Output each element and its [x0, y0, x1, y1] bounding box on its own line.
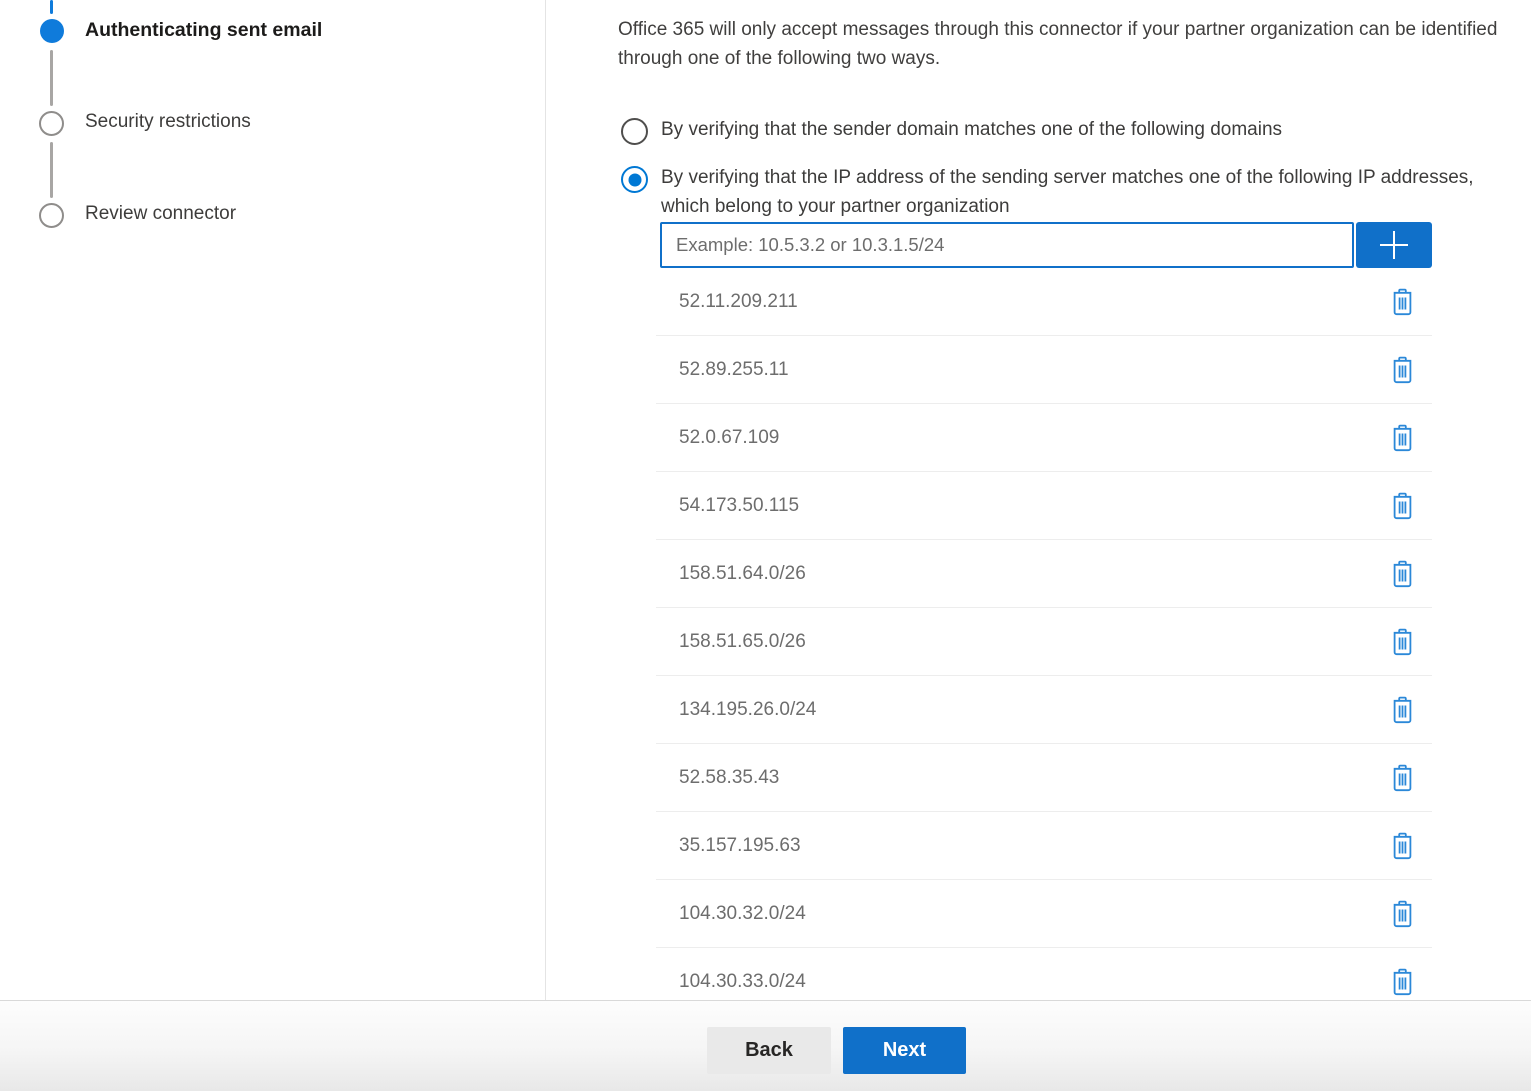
trash-icon [1391, 900, 1414, 928]
delete-ip-button[interactable] [1389, 762, 1416, 794]
ip-list-row: 158.51.64.0/26 [656, 540, 1432, 608]
trash-icon [1391, 424, 1414, 452]
ip-list-row: 52.0.67.109 [656, 404, 1432, 472]
ip-list: 52.11.209.211 52.89.255.11 [656, 268, 1432, 1000]
add-ip-button[interactable] [1356, 222, 1432, 268]
ip-list-row: 134.195.26.0/24 [656, 676, 1432, 744]
connector-wizard-page: Authenticating sent email Security restr… [0, 0, 1531, 1091]
step-description: Office 365 will only accept messages thr… [618, 15, 1526, 73]
delete-ip-button[interactable] [1389, 898, 1416, 930]
radio-unselected-icon[interactable] [621, 118, 648, 145]
ip-value: 52.0.67.109 [679, 427, 779, 449]
ip-list-row: 104.30.33.0/24 [656, 948, 1432, 1000]
ip-address-input[interactable] [660, 222, 1354, 268]
ip-list-row: 54.173.50.115 [656, 472, 1432, 540]
trash-icon [1391, 288, 1414, 316]
ip-value: 158.51.64.0/26 [679, 563, 806, 585]
trash-icon [1391, 968, 1414, 996]
radio-option-ip-address[interactable]: By verifying that the IP address of the … [621, 164, 1481, 221]
back-button[interactable]: Back [707, 1027, 831, 1074]
ip-value: 104.30.33.0/24 [679, 971, 806, 993]
next-button[interactable]: Next [843, 1027, 966, 1074]
ip-list-row: 52.58.35.43 [656, 744, 1432, 812]
delete-ip-button[interactable] [1389, 490, 1416, 522]
delete-ip-button[interactable] [1389, 422, 1416, 454]
ip-list-row: 52.89.255.11 [656, 336, 1432, 404]
ip-list-row: 104.30.32.0/24 [656, 880, 1432, 948]
delete-ip-button[interactable] [1389, 558, 1416, 590]
delete-ip-button[interactable] [1389, 626, 1416, 658]
ip-value: 104.30.32.0/24 [679, 903, 806, 925]
ip-value: 158.51.65.0/26 [679, 631, 806, 653]
delete-ip-button[interactable] [1389, 966, 1416, 998]
radio-selected-icon[interactable] [621, 166, 648, 193]
delete-ip-button[interactable] [1389, 354, 1416, 386]
trash-icon [1391, 560, 1414, 588]
trash-icon [1391, 764, 1414, 792]
wizard-footer: Back Next [0, 1000, 1531, 1091]
delete-ip-button[interactable] [1389, 830, 1416, 862]
ip-list-row: 52.11.209.211 [656, 268, 1432, 336]
plus-icon [1377, 228, 1411, 262]
ip-value: 52.89.255.11 [679, 359, 789, 381]
wizard-step-content: Office 365 will only accept messages thr… [0, 0, 1531, 1000]
ip-value: 52.11.209.211 [679, 291, 798, 313]
trash-icon [1391, 492, 1414, 520]
ip-value: 54.173.50.115 [679, 495, 799, 517]
trash-icon [1391, 356, 1414, 384]
delete-ip-button[interactable] [1389, 694, 1416, 726]
trash-icon [1391, 628, 1414, 656]
ip-value: 52.58.35.43 [679, 767, 779, 789]
trash-icon [1391, 696, 1414, 724]
ip-list-row: 35.157.195.63 [656, 812, 1432, 880]
delete-ip-button[interactable] [1389, 286, 1416, 318]
ip-list-row: 158.51.65.0/26 [656, 608, 1432, 676]
ip-value: 35.157.195.63 [679, 835, 801, 857]
trash-icon [1391, 832, 1414, 860]
radio-option-label: By verifying that the sender domain matc… [661, 116, 1282, 145]
radio-option-label: By verifying that the IP address of the … [661, 164, 1481, 221]
radio-option-sender-domain[interactable]: By verifying that the sender domain matc… [621, 116, 1521, 145]
ip-value: 134.195.26.0/24 [679, 699, 816, 721]
